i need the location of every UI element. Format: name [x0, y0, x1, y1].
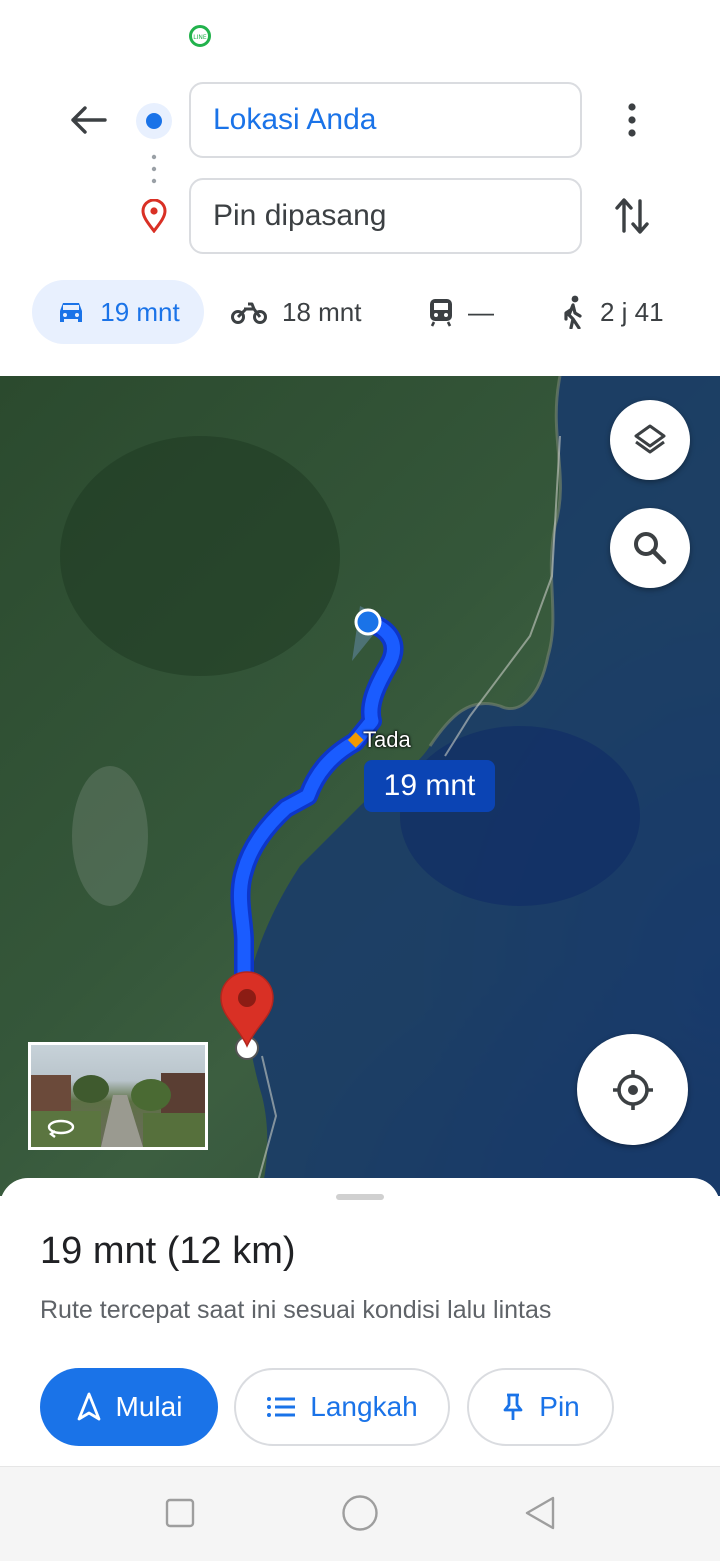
tab-transit[interactable]: —	[428, 280, 528, 344]
search-icon	[634, 532, 667, 565]
travel-mode-tabs: 19 mnt 18 mnt — 2 j 41	[0, 280, 720, 344]
system-nav-bar	[0, 1466, 720, 1561]
triangle-back-icon	[525, 1496, 555, 1530]
origin-input[interactable]: Lokasi Anda	[189, 82, 582, 158]
map-search-button[interactable]	[610, 508, 690, 588]
route-summary-sheet: 19 mnt (12 km) Rute tercepat saat ini se…	[0, 1178, 720, 1468]
pin-button[interactable]: Pin	[467, 1368, 614, 1446]
steps-button[interactable]: Langkah	[234, 1368, 450, 1446]
system-back-button[interactable]	[520, 1493, 560, 1533]
start-button-label: Mulai	[115, 1391, 183, 1422]
svg-text:LINE: LINE	[193, 34, 207, 41]
arrow-left-icon	[71, 106, 107, 134]
tab-drive[interactable]: 19 mnt	[32, 280, 204, 344]
my-location-button[interactable]	[577, 1034, 688, 1145]
line-app-icon: LINE	[189, 25, 211, 47]
tab-motorcycle[interactable]: 18 mnt	[230, 280, 380, 344]
start-button[interactable]: Mulai	[40, 1368, 218, 1446]
route-summary-title: 19 mnt (12 km)	[40, 1230, 296, 1272]
navigation-arrow-icon	[77, 1392, 100, 1421]
tab-transit-label: —	[468, 296, 494, 327]
layers-icon	[634, 424, 666, 454]
circle-icon	[342, 1495, 378, 1531]
tab-drive-label: 19 mnt	[100, 296, 180, 327]
more-vertical-icon	[628, 103, 636, 137]
red-pin-outline-icon	[140, 198, 168, 234]
motorcycle-icon	[231, 302, 267, 324]
steps-button-label: Langkah	[310, 1391, 418, 1422]
recent-apps-button[interactable]	[160, 1493, 200, 1533]
swap-vertical-icon	[615, 198, 649, 234]
drag-handle[interactable]	[336, 1194, 384, 1200]
origin-marker	[354, 608, 382, 636]
tab-walk-label: 2 j 41	[600, 296, 664, 327]
pin-button-label: Pin	[539, 1391, 580, 1422]
pushpin-icon	[503, 1393, 523, 1420]
layers-button[interactable]	[610, 400, 690, 480]
car-icon	[60, 303, 83, 322]
route-dots-divider	[151, 154, 157, 184]
swap-button[interactable]	[604, 188, 660, 244]
route-eta-bubble[interactable]: 19 mnt	[364, 760, 495, 812]
tab-motorcycle-label: 18 mnt	[282, 296, 362, 327]
my-location-icon	[612, 1069, 653, 1110]
square-icon	[165, 1498, 195, 1528]
street-view-thumbnail[interactable]	[28, 1042, 208, 1150]
walk-icon	[564, 295, 582, 329]
home-button[interactable]	[340, 1493, 380, 1533]
place-label: Tada	[363, 727, 411, 752]
tab-walk[interactable]: 2 j 41	[560, 280, 690, 344]
back-button[interactable]	[58, 92, 118, 148]
destination-input[interactable]: Pin dipasang	[189, 178, 582, 254]
list-icon	[267, 1397, 296, 1417]
route-summary-subtitle: Rute tercepat saat ini sesuai kondisi la…	[40, 1296, 552, 1324]
more-options-button[interactable]	[604, 92, 660, 148]
blue-dot-icon	[136, 103, 172, 139]
train-icon	[430, 299, 452, 327]
